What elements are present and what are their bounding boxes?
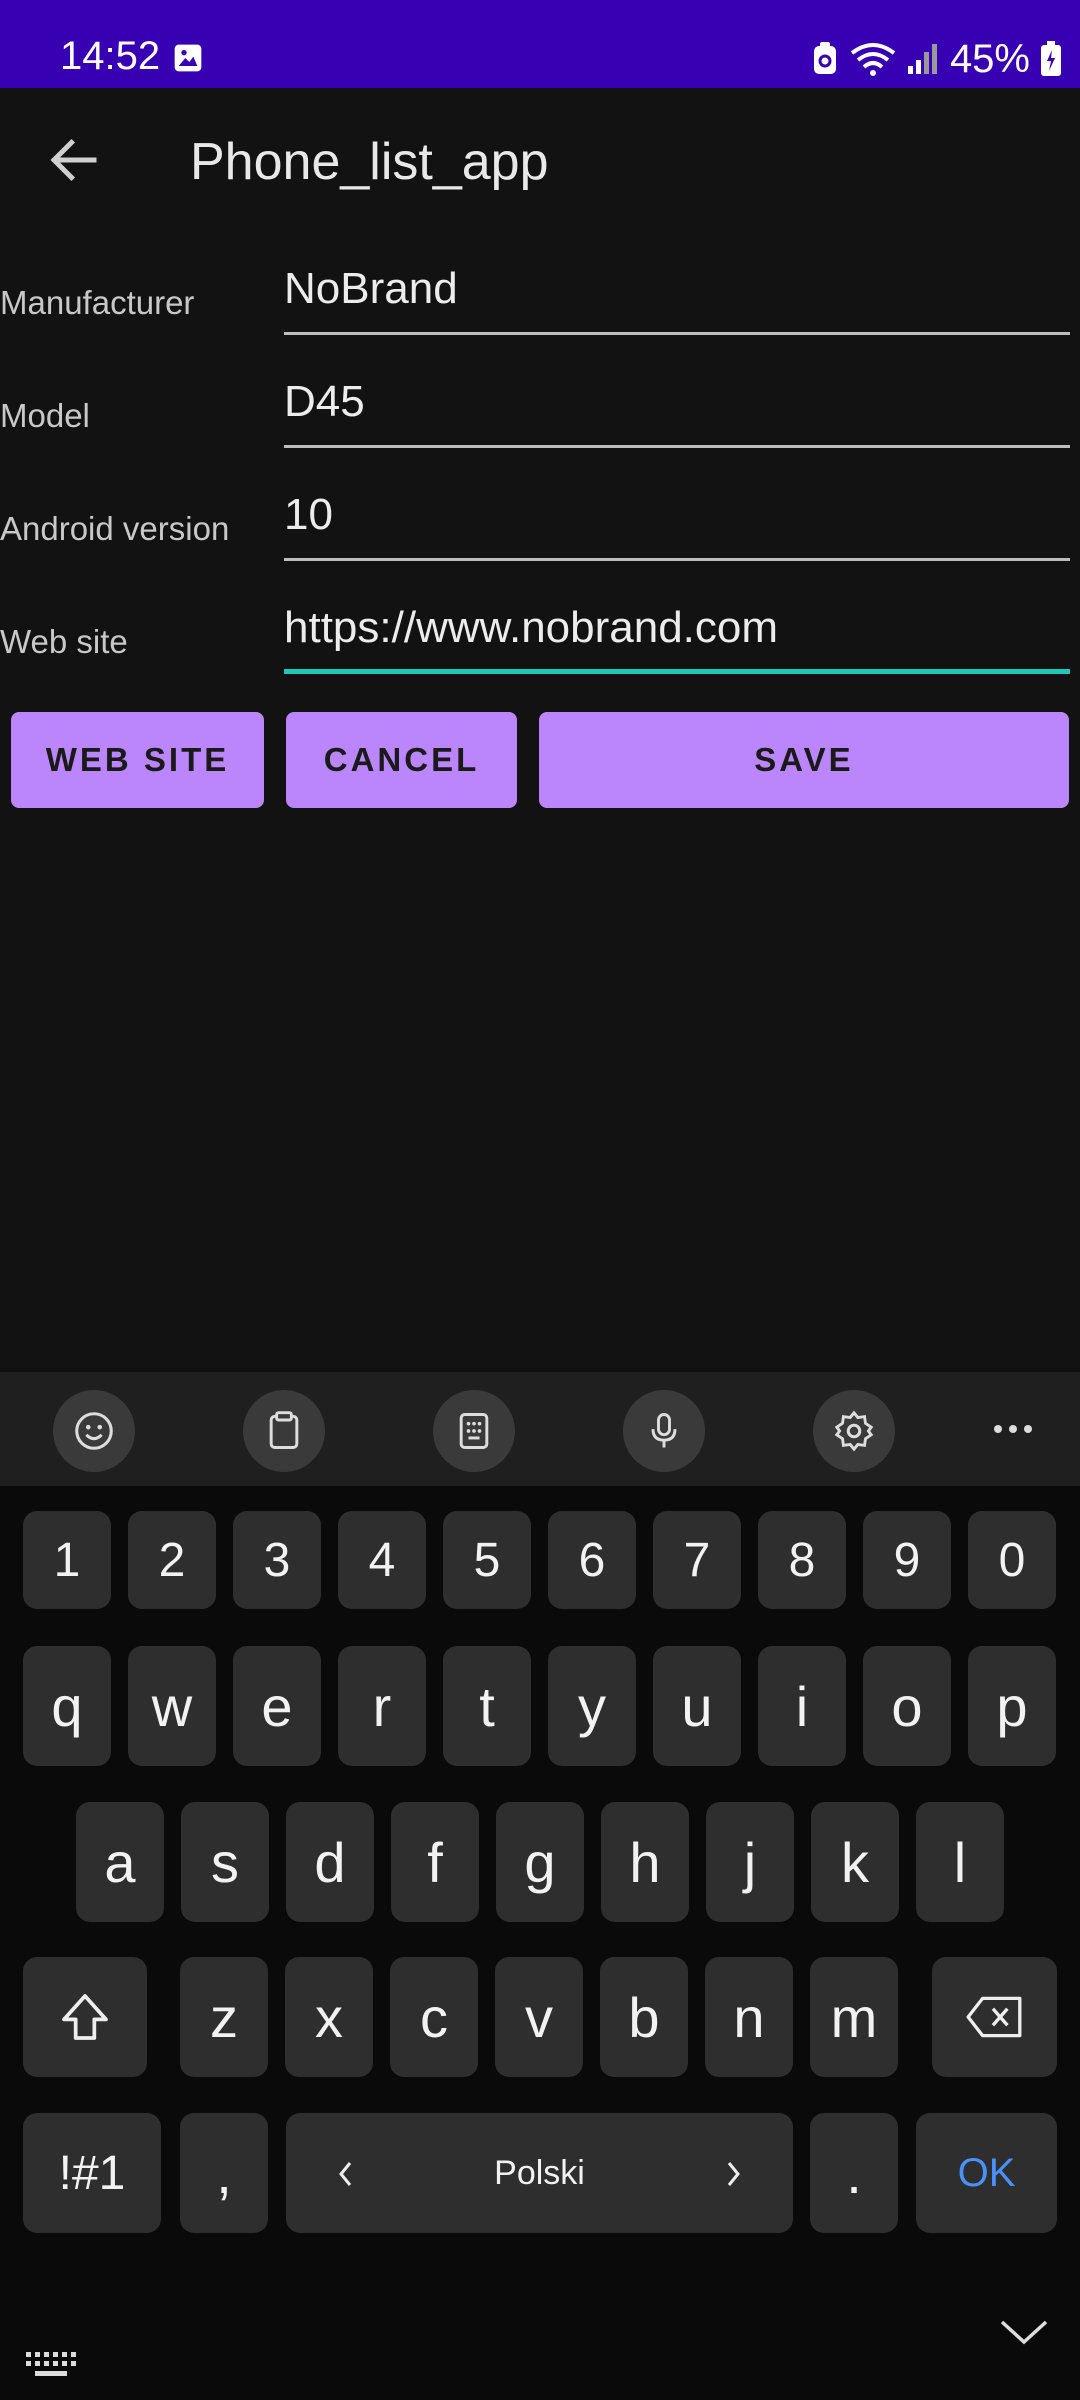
key-n[interactable]: n (705, 1957, 793, 2077)
key-w[interactable]: w (128, 1646, 216, 1766)
manufacturer-label: Manufacturer (0, 284, 195, 321)
key-9[interactable]: 9 (863, 1511, 951, 1609)
key-8[interactable]: 8 (758, 1511, 846, 1609)
android-version-row: Android version 10 (0, 472, 1080, 572)
chevron-right-icon (727, 2162, 740, 2186)
key-c[interactable]: c (390, 1957, 478, 2077)
image-icon (174, 44, 202, 72)
arrow-back-icon[interactable] (44, 130, 104, 190)
model-label: Model (0, 397, 90, 434)
manufacturer-field[interactable]: NoBrand (284, 264, 458, 314)
key-q[interactable]: q (23, 1646, 111, 1766)
backspace-icon (965, 1996, 1021, 2038)
key-4[interactable]: 4 (338, 1511, 426, 1609)
status-bar: 14:52 45% (0, 0, 1080, 88)
status-icons: 45% (810, 34, 1062, 84)
key-u[interactable]: u (653, 1646, 741, 1766)
key-h[interactable]: h (601, 1802, 689, 1922)
key-x[interactable]: x (285, 1957, 373, 2077)
shift-key[interactable] (23, 1957, 147, 2077)
ok-key[interactable]: OK (916, 2113, 1057, 2233)
web-site-underline (284, 669, 1070, 674)
keyboard-switch-icon[interactable] (24, 2350, 76, 2385)
web-site-row: Web site https://www.nobrand.com (0, 585, 1080, 685)
cancel-button[interactable]: CANCEL (286, 712, 517, 808)
key-6[interactable]: 6 (548, 1511, 636, 1609)
key-p[interactable]: p (968, 1646, 1056, 1766)
key-y[interactable]: y (548, 1646, 636, 1766)
key-e[interactable]: e (233, 1646, 321, 1766)
key-7[interactable]: 7 (653, 1511, 741, 1609)
save-button[interactable]: SAVE (539, 712, 1069, 808)
battery-percent: 45% (949, 36, 1030, 81)
settings-icon[interactable] (813, 1390, 895, 1472)
key-m[interactable]: m (810, 1957, 898, 2077)
key-1[interactable]: 1 (23, 1511, 111, 1609)
web-site-label: Web site (0, 623, 128, 660)
android-version-field[interactable]: 10 (284, 490, 333, 540)
key-2[interactable]: 2 (128, 1511, 216, 1609)
android-version-underline (284, 558, 1070, 561)
manufacturer-row: Manufacturer NoBrand (0, 246, 1080, 346)
web-site-button[interactable]: WEB SITE (11, 712, 264, 808)
symbols-key[interactable]: !#1 (23, 2113, 161, 2233)
manufacturer-underline (284, 332, 1070, 335)
chevron-left-icon (339, 2162, 352, 2186)
key-i[interactable]: i (758, 1646, 846, 1766)
key-o[interactable]: o (863, 1646, 951, 1766)
key-k[interactable]: k (811, 1802, 899, 1922)
key-a[interactable]: a (76, 1802, 164, 1922)
battery-saver-icon (813, 42, 836, 74)
keyboard (0, 1486, 1080, 2400)
android-version-label: Android version (0, 510, 230, 547)
keyboard-toolbar (0, 1372, 1080, 1486)
key-g[interactable]: g (496, 1802, 584, 1922)
key-f[interactable]: f (391, 1802, 479, 1922)
space-key[interactable]: Polski (286, 2113, 793, 2233)
microphone-icon[interactable] (623, 1390, 705, 1472)
app-title: Phone_list_app (190, 133, 549, 191)
keypad-icon[interactable] (433, 1390, 515, 1472)
key-l[interactable]: l (916, 1802, 1004, 1922)
key-b[interactable]: b (600, 1957, 688, 2077)
key-r[interactable]: r (338, 1646, 426, 1766)
key-d[interactable]: d (286, 1802, 374, 1922)
model-underline (284, 445, 1070, 448)
model-field[interactable]: D45 (284, 377, 365, 427)
key-z[interactable]: z (180, 1957, 268, 2077)
hide-keyboard-icon[interactable] (998, 2316, 1050, 2353)
key-0[interactable]: 0 (968, 1511, 1056, 1609)
key-v[interactable]: v (495, 1957, 583, 2077)
key-5[interactable]: 5 (443, 1511, 531, 1609)
shift-icon (62, 1994, 108, 2040)
model-row: Model D45 (0, 359, 1080, 459)
emoji-icon[interactable] (53, 1390, 135, 1472)
key-j[interactable]: j (706, 1802, 794, 1922)
clipboard-icon[interactable] (243, 1390, 325, 1472)
period-key[interactable]: . (810, 2113, 898, 2233)
comma-key[interactable]: , (180, 2113, 268, 2233)
key-3[interactable]: 3 (233, 1511, 321, 1609)
status-time: 14:52 (60, 34, 161, 78)
wifi-icon (850, 43, 896, 76)
signal-icon (907, 44, 937, 74)
key-s[interactable]: s (181, 1802, 269, 1922)
backspace-key[interactable] (932, 1957, 1057, 2077)
battery-icon (1041, 41, 1061, 76)
web-site-field[interactable]: https://www.nobrand.com (284, 603, 778, 653)
key-t[interactable]: t (443, 1646, 531, 1766)
space-key-label: Polski (494, 2153, 585, 2192)
app-bar: Phone_list_app (0, 88, 1080, 238)
more-icon[interactable] (988, 1414, 1038, 1449)
